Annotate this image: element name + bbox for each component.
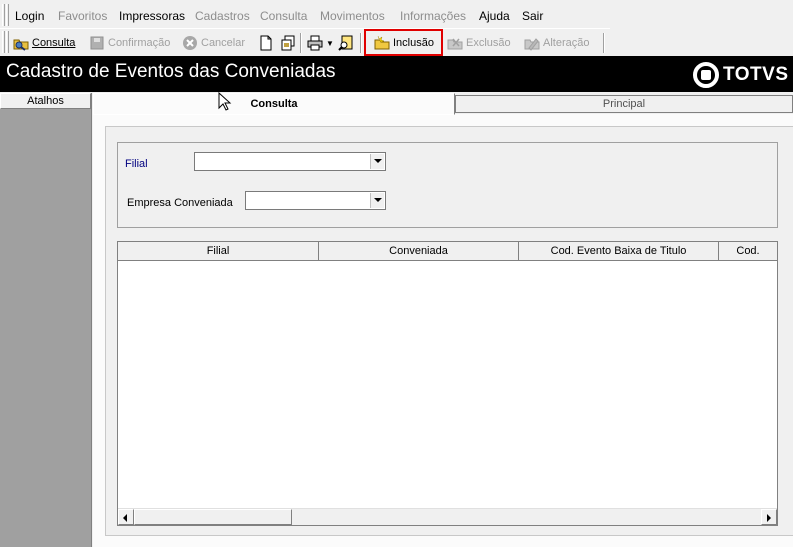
logo-text: TOTVS bbox=[723, 64, 789, 85]
menu-informacoes[interactable]: Informações bbox=[400, 9, 466, 23]
printer-icon bbox=[307, 35, 323, 51]
menu-movimentos[interactable]: Movimentos bbox=[320, 9, 385, 23]
search-folder-icon bbox=[13, 35, 29, 51]
sidebar: Atalhos bbox=[0, 93, 92, 547]
menu-consulta[interactable]: Consulta bbox=[260, 9, 307, 23]
search-report-icon bbox=[338, 35, 354, 51]
results-grid[interactable]: Filial Conveniada Cod. Evento Baixa de T… bbox=[117, 241, 778, 526]
filial-select[interactable] bbox=[194, 152, 386, 171]
toolbar-grip bbox=[6, 31, 9, 53]
new-document-icon bbox=[258, 35, 274, 51]
column-header-conveniada[interactable]: Conveniada bbox=[319, 242, 519, 261]
menu-login[interactable]: Login bbox=[15, 9, 44, 23]
inclusao-button[interactable]: Inclusão bbox=[364, 29, 443, 56]
scrollbar-thumb[interactable] bbox=[134, 509, 292, 525]
mouse-pointer-icon bbox=[218, 92, 232, 111]
exclusao-button[interactable]: Exclusão bbox=[447, 32, 511, 54]
toolbar-separator bbox=[603, 33, 605, 53]
menu-bar: Login Favoritos Impressoras Cadastros Co… bbox=[0, 4, 793, 26]
cancel-icon bbox=[182, 35, 198, 51]
menu-grip bbox=[2, 4, 5, 26]
cancelar-button[interactable]: Cancelar bbox=[182, 32, 245, 54]
edit-folder-icon bbox=[524, 35, 540, 51]
totvs-logo-icon bbox=[693, 62, 719, 88]
toolbar-separator bbox=[300, 33, 302, 53]
consulta-button[interactable]: Consulta bbox=[13, 32, 75, 54]
add-folder-icon bbox=[374, 35, 390, 51]
filial-label: Filial bbox=[125, 158, 148, 170]
confirmacao-label: Confirmação bbox=[108, 37, 171, 49]
alteracao-label: Alteração bbox=[543, 37, 590, 49]
print-button[interactable]: ▼ bbox=[307, 32, 334, 54]
filter-group: Filial Empresa Conveniada bbox=[117, 142, 778, 228]
menu-favoritos[interactable]: Favoritos bbox=[58, 9, 107, 23]
menu-impressoras[interactable]: Impressoras bbox=[119, 9, 185, 23]
toolbar-grip bbox=[2, 31, 5, 53]
tab-strip: Consulta Principal bbox=[93, 93, 793, 115]
horizontal-scrollbar[interactable] bbox=[118, 508, 777, 525]
chevron-down-icon[interactable] bbox=[370, 193, 384, 208]
column-header-cod[interactable]: Cod. bbox=[719, 242, 777, 261]
copy-document-icon bbox=[280, 35, 296, 51]
empresa-conveniada-select[interactable] bbox=[245, 191, 386, 210]
totvs-logo: TOTVS bbox=[693, 62, 789, 88]
menu-sair[interactable]: Sair bbox=[522, 9, 543, 23]
exclusao-label: Exclusão bbox=[466, 37, 511, 49]
new-document-button[interactable] bbox=[258, 32, 277, 54]
scroll-right-icon[interactable] bbox=[761, 509, 777, 525]
delete-folder-icon bbox=[447, 35, 463, 51]
menu-ajuda[interactable]: Ajuda bbox=[479, 9, 510, 23]
sidebar-header[interactable]: Atalhos bbox=[0, 93, 91, 109]
cancelar-label: Cancelar bbox=[201, 37, 246, 49]
chevron-down-icon[interactable] bbox=[370, 154, 384, 169]
confirmacao-button[interactable]: Confirmação bbox=[89, 32, 170, 54]
search-report-button[interactable] bbox=[338, 32, 357, 54]
column-header-filial[interactable]: Filial bbox=[118, 242, 319, 261]
save-icon bbox=[89, 35, 105, 51]
toolbar: Consulta Confirmação Cancelar ▼ Inclusão… bbox=[0, 28, 610, 56]
inclusao-label: Inclusão bbox=[393, 36, 434, 49]
scroll-left-icon[interactable] bbox=[118, 509, 134, 525]
title-bar: Cadastro de Eventos das Conveniadas TOTV… bbox=[0, 56, 793, 92]
copy-document-button[interactable] bbox=[280, 32, 299, 54]
toolbar-separator bbox=[360, 33, 362, 53]
tab-principal[interactable]: Principal bbox=[455, 95, 793, 113]
column-header-cod-evento[interactable]: Cod. Evento Baixa de Titulo bbox=[519, 242, 719, 261]
menu-cadastros[interactable]: Cadastros bbox=[195, 9, 250, 23]
alteracao-button[interactable]: Alteração bbox=[524, 32, 589, 54]
empresa-conveniada-label: Empresa Conveniada bbox=[127, 197, 233, 209]
menu-grip bbox=[6, 4, 9, 26]
tab-consulta[interactable]: Consulta bbox=[93, 93, 455, 115]
consulta-label: Consulta bbox=[32, 37, 76, 49]
app-window: Login Favoritos Impressoras Cadastros Co… bbox=[0, 0, 793, 547]
chevron-down-icon[interactable]: ▼ bbox=[326, 39, 334, 48]
page-title: Cadastro de Eventos das Conveniadas bbox=[6, 61, 336, 82]
